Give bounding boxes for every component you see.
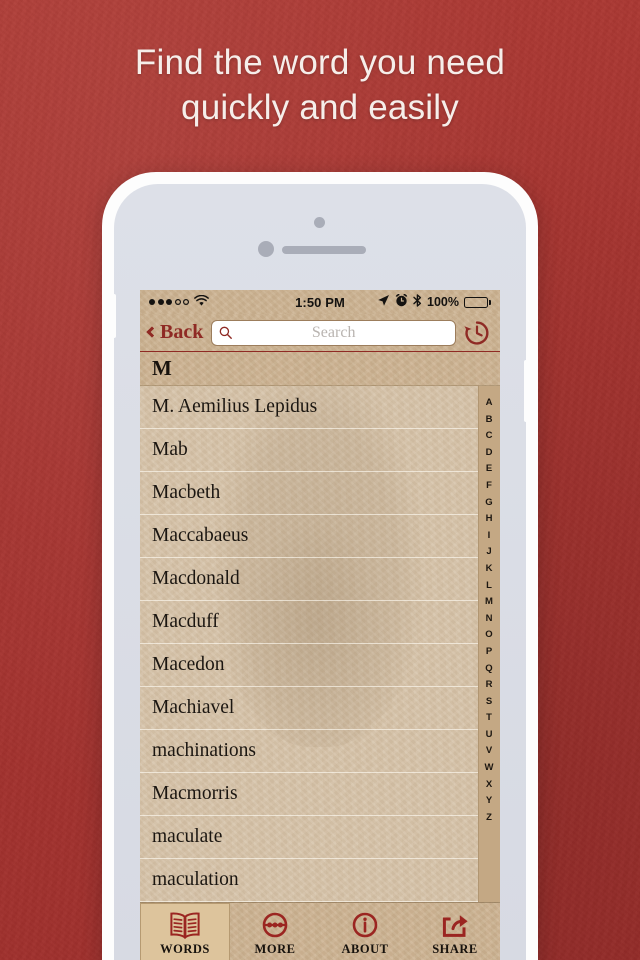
word-list-item-label: Maccabaeus	[152, 525, 249, 546]
headline-line-2: quickly and easily	[181, 88, 459, 127]
alarm-clock-icon	[395, 293, 408, 310]
alphabet-index-letter-u[interactable]: U	[486, 727, 493, 744]
word-list-item-label: Macdonald	[152, 568, 240, 589]
word-list-item[interactable]: Macduff	[140, 601, 478, 644]
alphabet-index-letter-z[interactable]: Z	[486, 810, 492, 827]
word-list-item-label: maculate	[152, 826, 223, 847]
tab-share[interactable]: SHARE	[410, 903, 500, 960]
word-list-item[interactable]: maculate	[140, 816, 478, 859]
alphabet-index-letter-m[interactable]: M	[485, 594, 493, 611]
word-list-item[interactable]: Maccabaeus	[140, 515, 478, 558]
status-bar: 1:50 PM 100%	[140, 290, 500, 314]
alphabet-index-letter-t[interactable]: T	[486, 710, 492, 727]
word-list-item[interactable]: machinations	[140, 730, 478, 773]
alphabet-index-letter-l[interactable]: L	[486, 578, 492, 595]
alphabet-index-letter-i[interactable]: I	[488, 528, 491, 545]
tab-label: MORE	[254, 941, 296, 956]
word-list-item[interactable]: Macedon	[140, 644, 478, 687]
list-region: M. Aemilius Lepidus Mab Macbeth Maccabaeus M…	[140, 386, 500, 902]
word-list-item[interactable]: Macdonald	[140, 558, 478, 601]
word-list-item-label: Machiavel	[152, 697, 235, 718]
alphabet-index-letter-v[interactable]: V	[486, 743, 492, 760]
tab-more[interactable]: MORE	[230, 903, 320, 960]
word-list-item[interactable]: M. Aemilius Lepidus	[140, 386, 478, 429]
search-input[interactable]: Search	[211, 319, 456, 346]
tab-about[interactable]: ABOUT	[320, 903, 410, 960]
alphabet-index-letter-c[interactable]: C	[486, 428, 493, 445]
word-list-item-label: maculation	[152, 869, 239, 890]
tab-bar: WORDS MORE ABOUT SHARE	[140, 902, 500, 960]
history-button[interactable]	[462, 318, 492, 348]
tab-words[interactable]: WORDS	[140, 903, 230, 960]
chevron-left-icon	[146, 325, 158, 338]
back-button[interactable]: Back	[146, 321, 205, 344]
status-bar-left	[149, 294, 209, 310]
word-list-item-label: Macbeth	[152, 482, 221, 503]
open-book-icon	[168, 911, 202, 939]
alphabet-index-letter-d[interactable]: D	[486, 445, 493, 462]
word-list-item-label: M. Aemilius Lepidus	[152, 396, 318, 417]
alphabet-index-letter-q[interactable]: Q	[485, 661, 492, 678]
word-list-item-label: Mab	[152, 439, 188, 460]
alphabet-index[interactable]: ABCDEFGHIJKLMNOPQRSTUVWXYZ	[478, 386, 500, 902]
search-placeholder: Search	[311, 323, 356, 341]
promo-headline: Find the word you need quickly and easil…	[0, 40, 640, 130]
share-box-icon	[438, 911, 472, 939]
location-arrow-icon	[377, 294, 390, 310]
alphabet-index-letter-a[interactable]: A	[486, 395, 493, 412]
phone-body: 1:50 PM 100% Back Search M M. Aemilius L…	[108, 184, 532, 960]
bluetooth-icon	[413, 294, 422, 310]
alphabet-index-letter-o[interactable]: O	[485, 627, 492, 644]
wifi-icon	[194, 294, 209, 310]
word-list[interactable]: M. Aemilius Lepidus Mab Macbeth Maccabaeus M…	[140, 386, 478, 902]
alphabet-index-letter-s[interactable]: S	[486, 694, 492, 711]
battery-full-icon	[464, 296, 491, 308]
alphabet-index-letter-h[interactable]: H	[486, 511, 493, 528]
navigation-bar: Back Search	[140, 314, 500, 352]
more-dots-icon	[258, 911, 292, 939]
earpiece-speaker	[282, 246, 366, 254]
battery-percent-label: 100%	[427, 295, 459, 309]
alphabet-index-letter-w[interactable]: W	[485, 760, 494, 777]
alphabet-index-letter-y[interactable]: Y	[486, 793, 492, 810]
section-header: M	[140, 352, 500, 386]
front-camera-icon	[314, 217, 325, 228]
word-list-item[interactable]: maculation	[140, 859, 478, 902]
headline-line-1: Find the word you need	[134, 43, 506, 82]
tab-label: SHARE	[432, 941, 478, 956]
word-list-item[interactable]: Machiavel	[140, 687, 478, 730]
alphabet-index-letter-f[interactable]: F	[486, 478, 492, 495]
alphabet-index-letter-j[interactable]: J	[486, 544, 491, 561]
alphabet-index-letter-x[interactable]: X	[486, 777, 492, 794]
word-list-item-label: Macedon	[152, 654, 225, 675]
tab-label: WORDS	[160, 941, 210, 956]
alphabet-index-letter-p[interactable]: P	[486, 644, 492, 661]
info-circle-icon	[348, 911, 382, 939]
cellular-signal-icon	[149, 299, 189, 305]
volume-button[interactable]	[108, 294, 116, 338]
phone-mockup: 1:50 PM 100% Back Search M M. Aemilius L…	[102, 172, 538, 960]
word-list-item-label: Macmorris	[152, 783, 238, 804]
status-bar-right: 100%	[377, 293, 491, 310]
alphabet-index-letter-e[interactable]: E	[486, 461, 492, 478]
alphabet-index-letter-n[interactable]: N	[486, 611, 493, 628]
phone-screen: 1:50 PM 100% Back Search M M. Aemilius L…	[140, 290, 500, 960]
alphabet-index-letter-b[interactable]: B	[486, 412, 493, 429]
tab-label: ABOUT	[341, 941, 389, 956]
alphabet-index-letter-r[interactable]: R	[486, 677, 493, 694]
search-icon	[219, 326, 233, 339]
word-list-item[interactable]: Macmorris	[140, 773, 478, 816]
proximity-sensor-icon	[258, 241, 275, 257]
alphabet-index-letter-g[interactable]: G	[485, 495, 492, 512]
word-list-item-label: Macduff	[152, 611, 219, 632]
alphabet-index-letter-k[interactable]: K	[486, 561, 493, 578]
word-list-item[interactable]: Macbeth	[140, 472, 478, 515]
power-button[interactable]	[524, 360, 532, 422]
word-list-item-label: machinations	[152, 740, 256, 761]
back-button-label: Back	[160, 321, 204, 343]
word-list-item[interactable]: Mab	[140, 429, 478, 472]
